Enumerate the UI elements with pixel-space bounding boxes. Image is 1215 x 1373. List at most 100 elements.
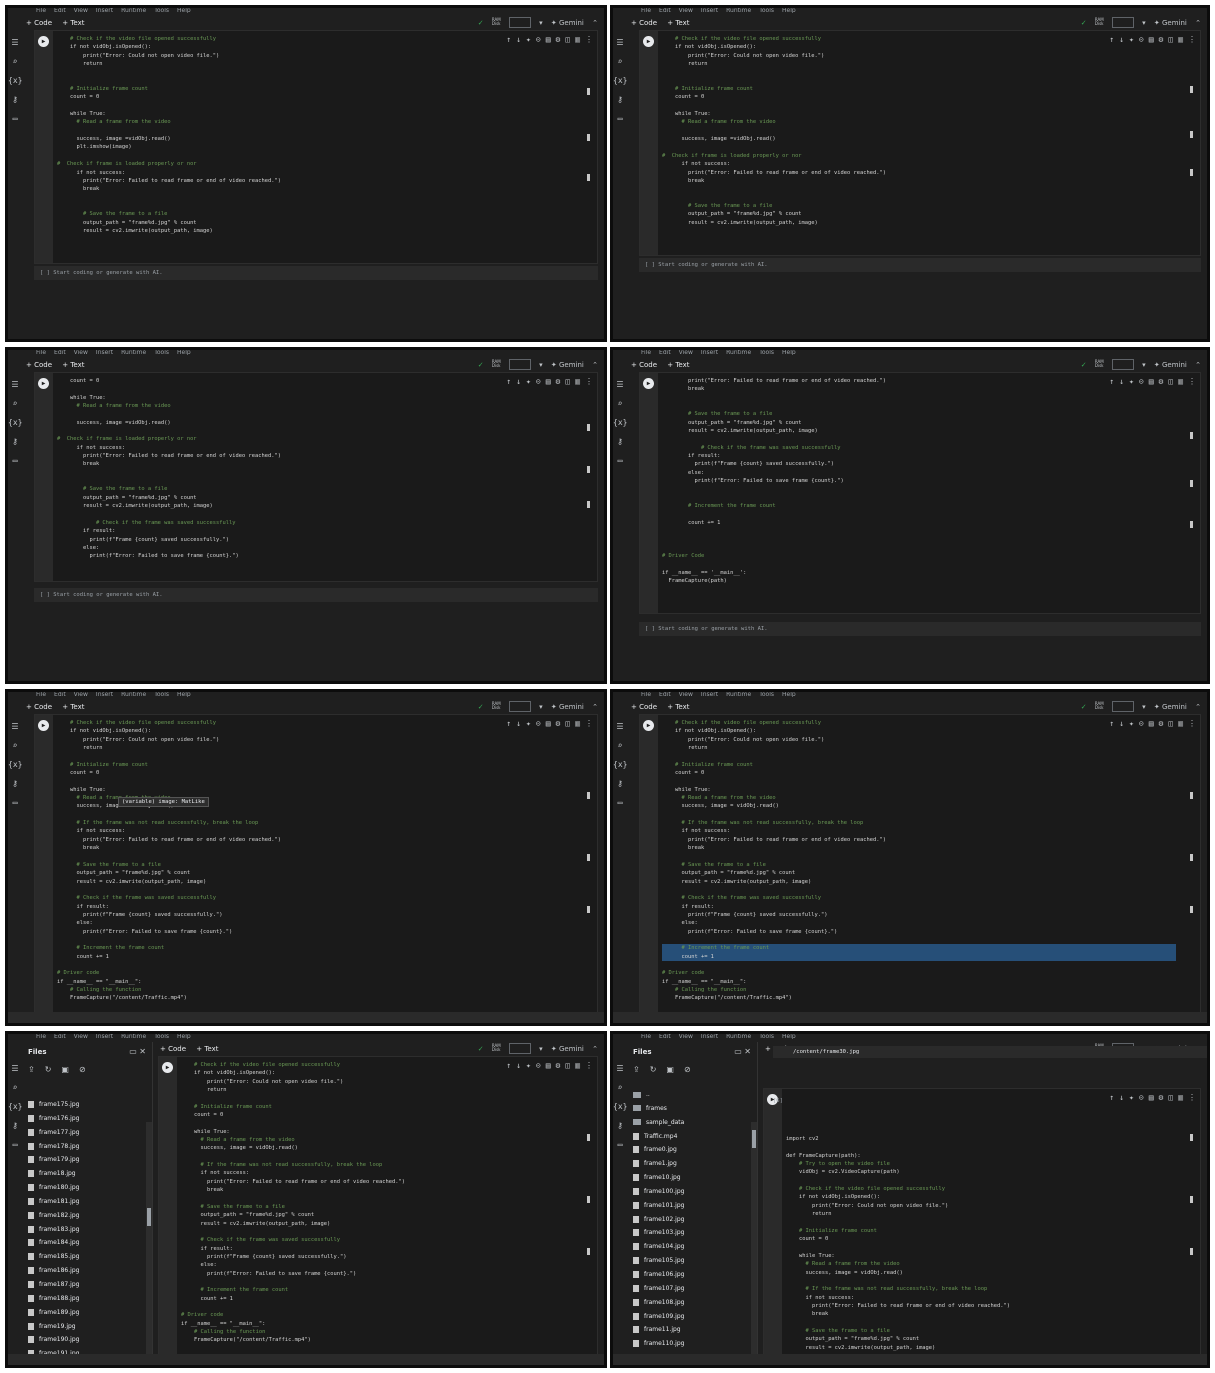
add-code-button[interactable]: + Code [631, 19, 657, 27]
resource-bar[interactable] [508, 701, 531, 712]
gemini-button[interactable]: ✦ Gemini [551, 1045, 584, 1053]
folder-icon[interactable]: ▭ [8, 793, 22, 812]
ram-disk-indicator[interactable]: RAMDisk [1095, 17, 1104, 26]
close-files-icon[interactable]: ▭ ✕ [734, 1047, 751, 1056]
add-text-button[interactable]: + Text [196, 1045, 218, 1053]
more-icon[interactable]: ⋮ [585, 1061, 593, 1070]
code-cell[interactable]: ▶ ↑ ↓ ✦ ⊝ ▤ ⚙ ◫ ▥ ⋮ # Check if the video file op… [34, 714, 598, 1023]
file-item[interactable]: sample_data [633, 1116, 749, 1130]
file-item[interactable]: frame181.jpg [28, 1195, 144, 1209]
file-item[interactable]: frame105.jpg [633, 1254, 749, 1268]
resource-bar[interactable] [508, 359, 531, 370]
hide-icon[interactable]: ⊘ [79, 1065, 86, 1074]
file-item[interactable]: frame176.jpg [28, 1112, 144, 1126]
code-cell[interactable]: ▶ ↑ ↓ ✦ ⊝ ▤ ⚙ ◫ ▥ ⋮ print("Error: Failed to read… [639, 372, 1201, 614]
sparkle-icon[interactable]: ✦ [1129, 1093, 1134, 1102]
file-item[interactable]: frame112.jpg [633, 1365, 749, 1366]
table-of-contents-icon[interactable]: ☰ [613, 1059, 627, 1078]
file-item[interactable]: frame109.jpg [633, 1310, 749, 1324]
add-code-button[interactable]: + Code [26, 703, 52, 711]
hide-icon[interactable]: ⊘ [684, 1065, 691, 1074]
folder-icon[interactable]: ▭ [8, 1135, 22, 1154]
file-item[interactable]: frame102.jpg [633, 1213, 749, 1227]
code-cell[interactable]: ▶ ↑ ↓ ✦ ⊝ ▤ ⚙ ◫ ▥ ⋮ # Check if the video file op… [639, 714, 1201, 1023]
gemini-button[interactable]: ✦ Gemini [1154, 361, 1187, 369]
file-item[interactable]: .. [633, 1088, 749, 1102]
more-icon[interactable]: ⋮ [585, 377, 593, 386]
file-item[interactable]: Traffic.mp4 [633, 1130, 749, 1144]
collapse-icon[interactable]: ⌃ [592, 19, 598, 27]
file-item[interactable]: frame107.jpg [633, 1282, 749, 1296]
run-cell-icon[interactable]: ▶ [643, 720, 654, 731]
folder-icon[interactable]: ▭ [613, 451, 627, 470]
code-editor[interactable]: # Check if the video file opened success… [662, 35, 1176, 227]
file-item[interactable]: frame103.jpg [633, 1226, 749, 1240]
runtime-dropdown-icon[interactable]: ▾ [1142, 703, 1146, 711]
secrets-key-icon[interactable]: ⚷ [613, 432, 627, 451]
refresh-icon[interactable]: ↻ [650, 1065, 657, 1074]
file-item[interactable]: frames [633, 1102, 749, 1116]
gemini-button[interactable]: ✦ Gemini [1154, 703, 1187, 711]
table-of-contents-icon[interactable]: ☰ [8, 1059, 22, 1078]
secrets-key-icon[interactable]: ⚷ [8, 1116, 22, 1135]
gemini-button[interactable]: ✦ Gemini [551, 19, 584, 27]
runtime-dropdown-icon[interactable]: ▾ [539, 19, 543, 27]
search-icon[interactable]: ⌕ [613, 1078, 627, 1097]
delete-icon[interactable]: ▥ [575, 377, 580, 386]
gemini-button[interactable]: ✦ Gemini [551, 361, 584, 369]
collapse-icon[interactable]: ⌃ [1195, 361, 1201, 369]
code-cell[interactable]: ▶ ↑ ↓ ✦ ⊝ ▤ ⚙ ◫ ▥ ⋮ # Check if the video file op… [34, 30, 598, 264]
add-code-button[interactable]: + Code [160, 1045, 186, 1053]
run-cell-icon[interactable]: ▶ [162, 1062, 173, 1073]
search-icon[interactable]: ⌕ [613, 52, 627, 71]
file-item[interactable]: frame10.jpg [633, 1171, 749, 1185]
more-icon[interactable]: ⋮ [1188, 1093, 1196, 1102]
add-text-button[interactable]: + Text [62, 361, 84, 369]
add-text-button[interactable]: + Text [62, 703, 84, 711]
secrets-key-icon[interactable]: ⚷ [613, 90, 627, 109]
refresh-icon[interactable]: ↻ [45, 1065, 52, 1074]
upload-icon[interactable]: ⇪ [633, 1065, 640, 1074]
search-icon[interactable]: ⌕ [613, 394, 627, 413]
file-item[interactable]: frame186.jpg [28, 1264, 144, 1278]
secrets-key-icon[interactable]: ⚷ [8, 432, 22, 451]
add-text-button[interactable]: + Text [62, 19, 84, 27]
ram-disk-indicator[interactable]: RAMDisk [492, 17, 501, 26]
file-item[interactable]: frame183.jpg [28, 1223, 144, 1237]
file-item[interactable]: frame0.jpg [633, 1143, 749, 1157]
add-code-button[interactable]: + Code [631, 703, 657, 711]
output-path-bar[interactable]: /content/frame30.jpg [773, 1046, 1207, 1058]
code-editor[interactable]: # Check if the video file opened success… [57, 35, 573, 235]
file-item[interactable]: frame18.jpg [28, 1167, 144, 1181]
runtime-dropdown-icon[interactable]: ▾ [1142, 361, 1146, 369]
code-editor[interactable]: # Check if the video file opened success… [181, 1061, 573, 1345]
table-of-contents-icon[interactable]: ☰ [8, 717, 22, 736]
run-cell-icon[interactable]: ▶ [643, 36, 654, 47]
collapse-icon[interactable]: ⌃ [592, 361, 598, 369]
runtime-dropdown-icon[interactable]: ▾ [539, 1045, 543, 1053]
file-item[interactable]: frame188.jpg [28, 1292, 144, 1306]
table-of-contents-icon[interactable]: ☰ [8, 33, 22, 52]
table-of-contents-icon[interactable]: ☰ [8, 375, 22, 394]
folder-icon[interactable]: ▭ [613, 793, 627, 812]
add-code-button[interactable]: + Code [26, 19, 52, 27]
ram-disk-indicator[interactable]: RAMDisk [1095, 701, 1104, 710]
secrets-key-icon[interactable]: ⚷ [8, 90, 22, 109]
empty-code-cell[interactable]: [ ] Start coding or generate with AI. [34, 588, 598, 602]
code-cell[interactable]: ▶ ↑ ↓ ✦ ⊝ ▤ ⚙ ◫ ▥ ⋮ # Check if the video file op… [639, 30, 1201, 256]
variables-icon[interactable]: {x} [8, 755, 22, 774]
file-item[interactable]: frame19.jpg [28, 1320, 144, 1334]
folder-icon[interactable]: ▭ [8, 451, 22, 470]
collapse-icon[interactable]: ⌃ [592, 703, 598, 711]
search-icon[interactable]: ⌕ [8, 52, 22, 71]
close-files-icon[interactable]: ▭ ✕ [129, 1047, 146, 1056]
secrets-key-icon[interactable]: ⚷ [613, 774, 627, 793]
code-editor[interactable]: # Check if the video file opened success… [662, 719, 1176, 1003]
gemini-button[interactable]: ✦ Gemini [551, 703, 584, 711]
table-of-contents-icon[interactable]: ☰ [613, 33, 627, 52]
delete-icon[interactable]: ▥ [1178, 35, 1183, 44]
file-item[interactable]: frame189.jpg [28, 1306, 144, 1320]
more-icon[interactable]: ⋮ [585, 35, 593, 44]
resource-bar[interactable] [1111, 701, 1134, 712]
file-item[interactable]: frame177.jpg [28, 1126, 144, 1140]
